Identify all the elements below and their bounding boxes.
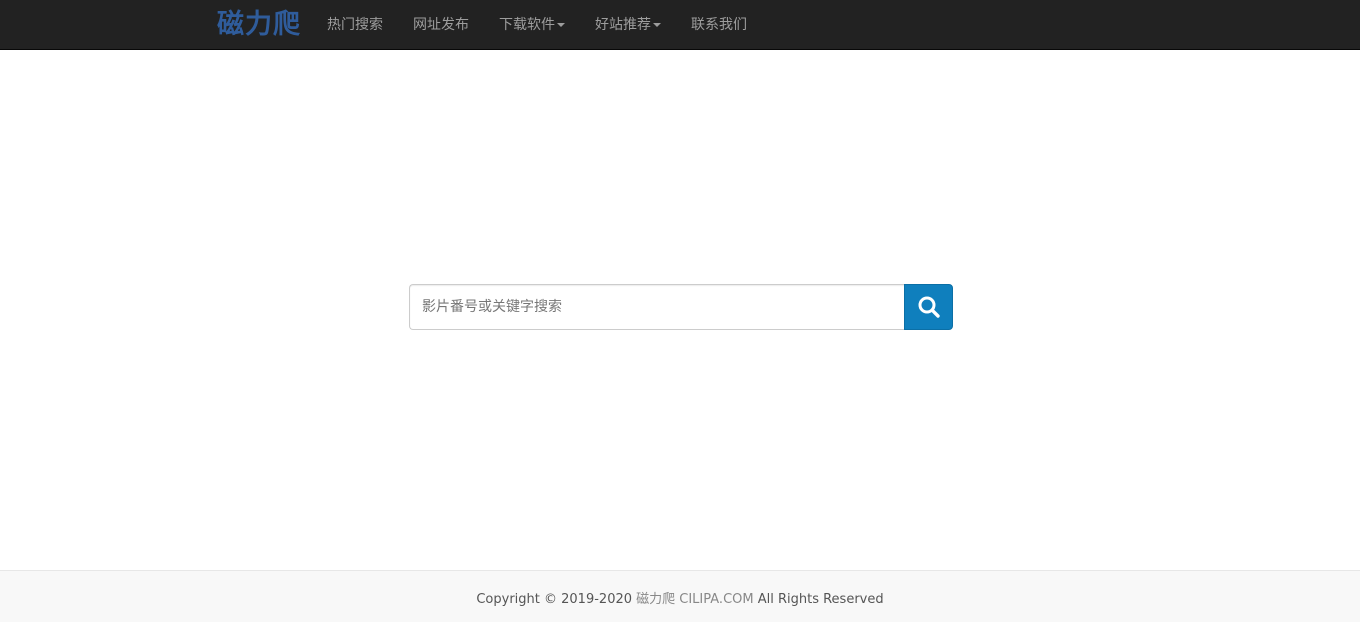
rights-text: All Rights Reserved — [753, 592, 884, 607]
search-input[interactable] — [409, 284, 905, 330]
footer: Copyright © 2019-2020 磁力爬 CILIPA.COM All… — [0, 570, 1360, 622]
search-icon — [918, 296, 940, 318]
nav-item-url-publish[interactable]: 网址发布 — [413, 0, 469, 50]
nav-item-label: 下载软件 — [499, 17, 555, 33]
nav-item-label: 热门搜索 — [327, 17, 383, 33]
nav-item-label: 好站推荐 — [595, 17, 651, 33]
caret-down-icon — [557, 23, 565, 27]
caret-down-icon — [653, 23, 661, 27]
nav-item-recommended-sites-dropdown[interactable]: 好站推荐 — [595, 0, 661, 50]
search-button[interactable] — [904, 284, 953, 330]
site-link[interactable]: 磁力爬 CILIPA.COM — [636, 592, 753, 607]
brand-logo[interactable]: 磁力爬 — [217, 7, 301, 43]
nav-item-hot-search[interactable]: 热门搜索 — [327, 0, 383, 50]
copyright-text: Copyright © 2019-2020 — [476, 592, 637, 607]
nav-item-contact-us[interactable]: 联系我们 — [691, 0, 747, 50]
nav-item-label: 联系我们 — [691, 17, 747, 33]
top-navbar: 磁力爬 热门搜索 网址发布 下载软件 好站推荐 联系我们 — [0, 0, 1360, 50]
nav-item-download-software-dropdown[interactable]: 下载软件 — [499, 0, 565, 50]
nav-item-label: 网址发布 — [413, 17, 469, 33]
